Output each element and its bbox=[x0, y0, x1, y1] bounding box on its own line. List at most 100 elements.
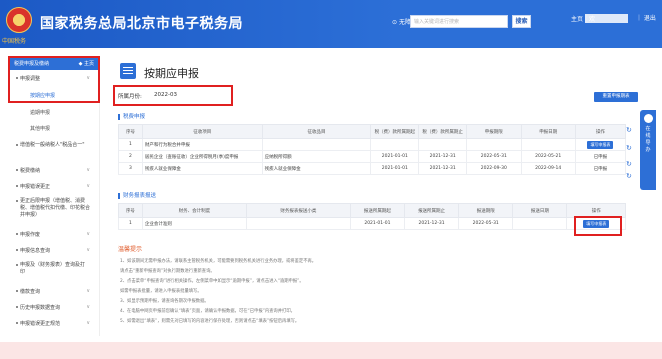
hint-line: 2、点击菜单“申报查询”进行相关操作。左侧菜单中如显示“逾期申报”，请点击进入“… bbox=[120, 279, 304, 284]
cell bbox=[512, 217, 568, 230]
cell: 2021-01-01 bbox=[370, 150, 420, 163]
user-name-mask bbox=[585, 14, 628, 23]
hint-title: 温馨提示 bbox=[118, 246, 143, 253]
sidebar-item-correction[interactable]: 申报错误更正 ∨ bbox=[8, 183, 100, 190]
sidebar-item-pay-query[interactable]: 缴款查询 ∨ bbox=[8, 288, 100, 295]
fin-section-title: 财务报表报送 bbox=[118, 193, 156, 199]
col-header: 财务、会计制度 bbox=[141, 203, 247, 218]
sidebar-item-vat[interactable]: 增值税一般纳税人"税品合一" bbox=[8, 142, 88, 149]
refresh-icon[interactable]: ↻ bbox=[626, 172, 632, 180]
main-content: 按期应申报 所属月份: 2022-03 重置申报期表 税费申报 序号 征收项目 … bbox=[108, 56, 640, 341]
page-title: 按期应申报 bbox=[144, 67, 199, 80]
logout-link[interactable]: ｜ 退出 bbox=[636, 14, 656, 23]
bullet-icon bbox=[16, 169, 18, 171]
online-guide-tab[interactable]: 在线导办 bbox=[640, 110, 656, 190]
sidebar-item-label: 申报信息查询 bbox=[20, 248, 51, 254]
col-header: 税（费）款所属期止 bbox=[418, 124, 468, 139]
search-button[interactable]: 搜索 bbox=[512, 15, 531, 28]
cell: 1 bbox=[118, 217, 143, 230]
col-header: 序号 bbox=[118, 203, 143, 218]
header: 中国税务 国家税务总局北京市电子税务局 ⊙ 无障碍阅读 输入关键词进行搜索 搜索… bbox=[0, 0, 662, 48]
sidebar-highlight-box bbox=[8, 56, 100, 103]
sidebar-item-query[interactable]: 申报信息查询 ∨ bbox=[8, 247, 100, 254]
cell: 填写申报表 bbox=[574, 138, 627, 151]
cell: 2022-09-14 bbox=[520, 162, 576, 175]
tax-table: 序号 征收项目 征收品目 税（费）款所属期起 税（费）款所属期止 申报期限 申报… bbox=[118, 124, 627, 175]
sidebar-item-payment[interactable]: 税费缴纳 ∨ bbox=[8, 167, 100, 174]
chevron-down-icon: ∨ bbox=[86, 304, 90, 310]
chevron-down-icon: ∨ bbox=[74, 262, 78, 268]
cell: 居民企业（查账征收）企业所得税月(季)度申报 bbox=[141, 150, 263, 163]
tax-section-title: 税费申报 bbox=[118, 114, 145, 120]
cell: 2 bbox=[118, 150, 143, 163]
table-row: 1 企业会计准则 2021-01-01 2021-12-31 2022-05-3… bbox=[118, 217, 626, 230]
col-header: 财务报表报送小类 bbox=[245, 203, 351, 218]
sidebar-item-void[interactable]: 申报作废 ∨ bbox=[8, 231, 100, 238]
sidebar-item-combined[interactable]: 更正后限申报（增值税、消费税、增值税代扣代缴、印花税合并申报） bbox=[8, 198, 92, 219]
fin-table: 序号 财务、会计制度 财务报表报送小类 报送所属期起 报送所属期止 报送期限 报… bbox=[118, 203, 626, 230]
status-cell: 已申报 bbox=[574, 150, 627, 163]
sidebar-item-label: 其他申报 bbox=[30, 126, 51, 132]
bullet-icon bbox=[16, 144, 18, 146]
cell: 2021-12-31 bbox=[418, 162, 468, 175]
chevron-down-icon: ∨ bbox=[86, 231, 90, 237]
col-header: 征收项目 bbox=[141, 124, 263, 139]
bottom-band bbox=[0, 342, 662, 359]
col-header: 申报期限 bbox=[466, 124, 522, 139]
cell bbox=[418, 138, 468, 151]
table-row: 1 财产和行为税合并申报 填写申报表 bbox=[118, 138, 627, 151]
col-header: 征收品目 bbox=[261, 124, 372, 139]
tax-emblem-icon bbox=[6, 7, 32, 33]
cell bbox=[466, 138, 522, 151]
col-header: 税（费）款所属期起 bbox=[370, 124, 420, 139]
sidebar-item-history[interactable]: 历史申报数据查询 ∨ bbox=[8, 304, 100, 311]
refresh-icon[interactable]: ↻ bbox=[626, 144, 632, 152]
status-cell: 已申报 bbox=[574, 162, 627, 175]
cell: 财产和行为税合并申报 bbox=[141, 138, 263, 151]
chevron-down-icon: ∨ bbox=[86, 167, 90, 173]
search-input[interactable]: 输入关键词进行搜索 bbox=[410, 15, 508, 28]
refresh-icon[interactable]: ↻ bbox=[626, 126, 632, 134]
chevron-down-icon: ∨ bbox=[86, 247, 90, 253]
sidebar-item-overdue[interactable]: 逾期申报 bbox=[8, 109, 100, 116]
fill-form-button[interactable]: 填写申报表 bbox=[587, 140, 614, 149]
col-header: 操作 bbox=[574, 124, 627, 139]
sidebar-item-rules[interactable]: 申报错误更正规范 ∨ bbox=[8, 320, 100, 327]
cell: 2022-09-30 bbox=[466, 162, 522, 175]
bullet-icon bbox=[16, 185, 18, 187]
sidebar-item-print[interactable]: 申报及（财务报表）查询及打印 ∨ bbox=[8, 262, 88, 276]
sidebar-item-label: 逾期申报 bbox=[30, 110, 51, 116]
col-header: 申报日期 bbox=[520, 124, 576, 139]
bullet-icon bbox=[16, 264, 18, 266]
cell: 1 bbox=[118, 138, 143, 151]
refresh-icon[interactable]: ↻ bbox=[626, 160, 632, 168]
cell: 残疾人就业保障金 bbox=[141, 162, 263, 175]
hint-line: 5、如需退出“填表”，则需先对已填写的内容进行保存处理，否则请点击“填表”按钮后… bbox=[120, 319, 300, 324]
hint-line: 如需申报表批量，请进入申报表批量填写。 bbox=[120, 289, 202, 294]
sidebar-item-label: 增值税一般纳税人"税品合一" bbox=[20, 142, 85, 148]
page: 中国税务 国家税务总局北京市电子税务局 ⊙ 无障碍阅读 输入关键词进行搜索 搜索… bbox=[0, 0, 662, 359]
sidebar-item-other[interactable]: 其他申报 bbox=[8, 125, 100, 132]
bullet-icon bbox=[16, 290, 18, 292]
cell bbox=[245, 217, 351, 230]
bullet-icon bbox=[16, 322, 18, 324]
sidebar-item-label: 申报错误更正 bbox=[20, 184, 51, 190]
sidebar-item-label: 申报错误更正规范 bbox=[20, 321, 61, 327]
robot-icon bbox=[643, 114, 653, 123]
bullet-icon bbox=[16, 200, 18, 202]
chevron-down-icon: ∨ bbox=[86, 288, 90, 294]
hint-line: 请点击“重新申报查询”对执行期数进行重新查询。 bbox=[120, 269, 215, 274]
hint-line: 3、如显示预期申报，请查询各期次申报数据。 bbox=[120, 299, 209, 304]
bullet-icon bbox=[16, 306, 18, 308]
cell: 2022-05-31 bbox=[458, 217, 514, 230]
chevron-down-icon: ∨ bbox=[86, 320, 90, 326]
col-header: 报送所属期起 bbox=[349, 203, 405, 218]
reset-period-button[interactable]: 重置申报期表 bbox=[594, 92, 638, 102]
cell: 2021-12-31 bbox=[418, 150, 468, 163]
fin-button-highlight-box bbox=[574, 216, 622, 236]
col-header: 报送所属期止 bbox=[403, 203, 460, 218]
cell bbox=[261, 138, 372, 151]
col-header: 序号 bbox=[118, 124, 143, 139]
col-header: 报送期限 bbox=[458, 203, 514, 218]
cell: 3 bbox=[118, 162, 143, 175]
